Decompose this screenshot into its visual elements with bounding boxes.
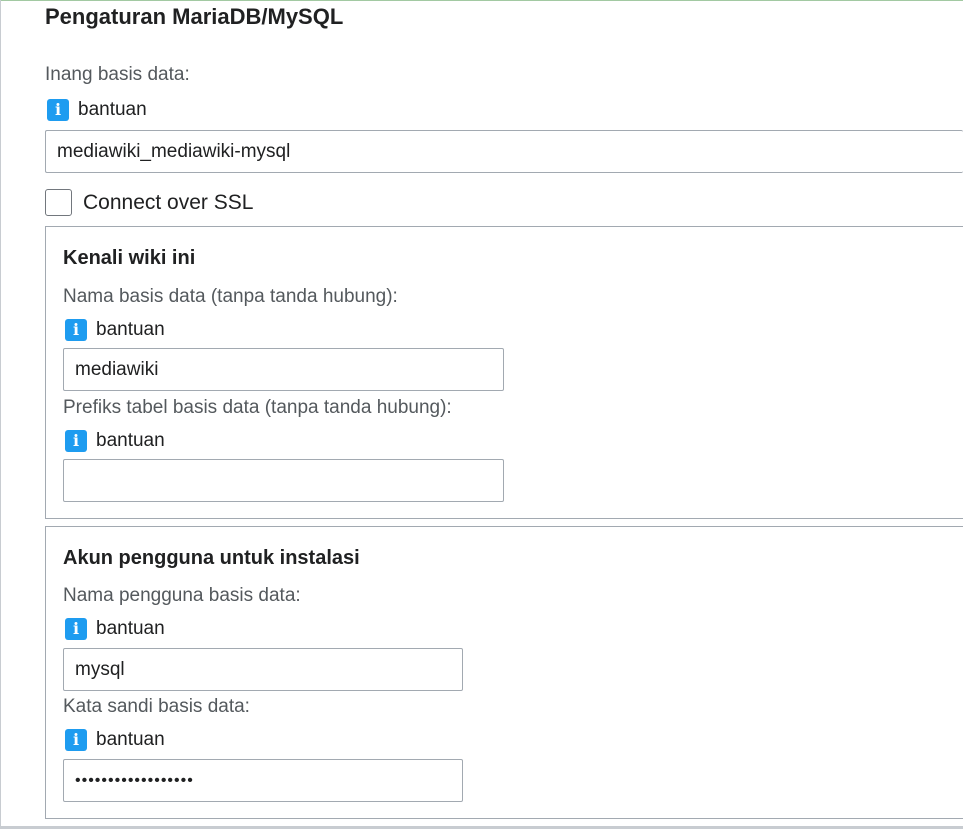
info-icon: i bbox=[65, 618, 87, 640]
frame-left-border bbox=[0, 0, 1, 829]
db-user-help-link[interactable]: i bantuan bbox=[65, 618, 165, 640]
db-host-label: Inang basis data: bbox=[45, 64, 190, 85]
db-user-value: mysql bbox=[75, 658, 125, 680]
db-password-help-link[interactable]: i bantuan bbox=[65, 729, 165, 751]
db-host-help-link[interactable]: i bantuan bbox=[47, 99, 147, 121]
info-icon: i bbox=[65, 319, 87, 341]
table-prefix-input[interactable] bbox=[63, 459, 504, 502]
db-password-input[interactable]: •••••••••••••••••• bbox=[63, 759, 463, 802]
db-name-label: Nama basis data (tanpa tanda hubung): bbox=[63, 286, 398, 307]
install-account-section: Akun pengguna untuk instalasi Nama pengg… bbox=[45, 526, 963, 819]
db-name-help-link[interactable]: i bantuan bbox=[65, 319, 165, 341]
identify-wiki-title: Kenali wiki ini bbox=[63, 247, 196, 269]
frame-top-border bbox=[0, 0, 963, 1]
help-label: bantuan bbox=[96, 618, 165, 639]
help-label: bantuan bbox=[78, 99, 147, 120]
db-host-value: mediawiki_mediawiki-mysql bbox=[57, 140, 291, 162]
ssl-checkbox[interactable] bbox=[45, 189, 72, 216]
db-user-input[interactable]: mysql bbox=[63, 648, 463, 691]
db-user-label: Nama pengguna basis data: bbox=[63, 585, 301, 606]
db-host-input[interactable]: mediawiki_mediawiki-mysql bbox=[45, 130, 963, 173]
table-prefix-label: Prefiks tabel basis data (tanpa tanda hu… bbox=[63, 397, 452, 418]
identify-wiki-section: Kenali wiki ini Nama basis data (tanpa t… bbox=[45, 226, 963, 519]
info-icon: i bbox=[47, 99, 69, 121]
table-prefix-help-link[interactable]: i bantuan bbox=[65, 430, 165, 452]
db-password-label: Kata sandi basis data: bbox=[63, 696, 250, 717]
db-password-value: •••••••••••••••••• bbox=[75, 771, 194, 789]
info-icon: i bbox=[65, 729, 87, 751]
install-account-title: Akun pengguna untuk instalasi bbox=[63, 547, 360, 569]
help-label: bantuan bbox=[96, 729, 165, 750]
page-title: Pengaturan MariaDB/MySQL bbox=[45, 4, 344, 29]
help-label: bantuan bbox=[96, 319, 165, 340]
db-name-value: mediawiki bbox=[75, 358, 159, 380]
info-icon: i bbox=[65, 430, 87, 452]
ssl-checkbox-label[interactable]: Connect over SSL bbox=[83, 191, 253, 215]
db-name-input[interactable]: mediawiki bbox=[63, 348, 504, 391]
help-label: bantuan bbox=[96, 430, 165, 451]
